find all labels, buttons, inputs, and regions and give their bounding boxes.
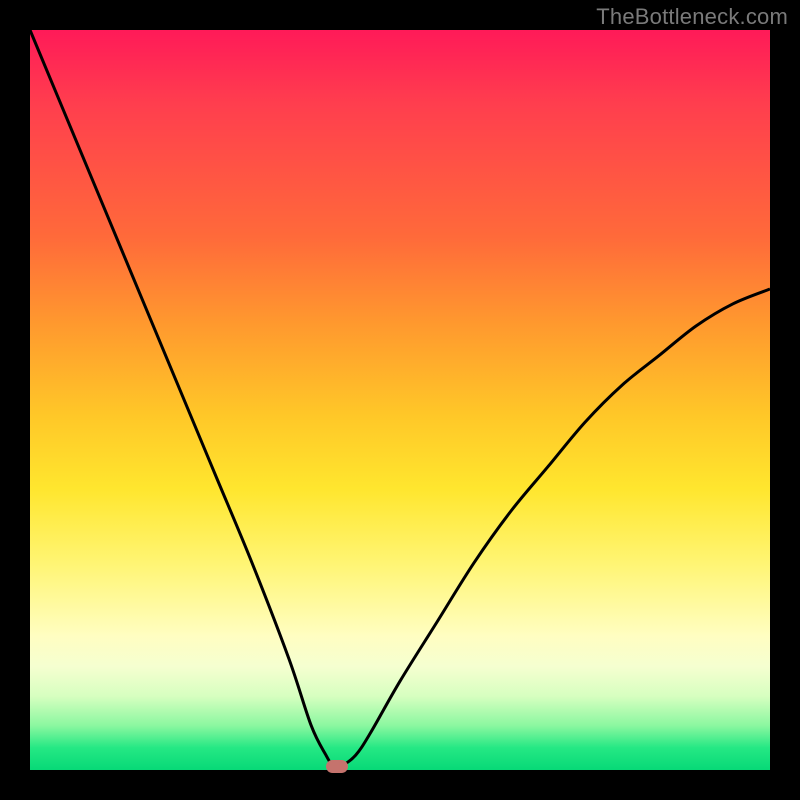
watermark-text: TheBottleneck.com xyxy=(596,4,788,30)
bottleneck-curve xyxy=(30,30,770,770)
plot-area xyxy=(30,30,770,770)
curve-path xyxy=(30,30,770,768)
optimum-marker xyxy=(326,760,348,773)
chart-frame: TheBottleneck.com xyxy=(0,0,800,800)
